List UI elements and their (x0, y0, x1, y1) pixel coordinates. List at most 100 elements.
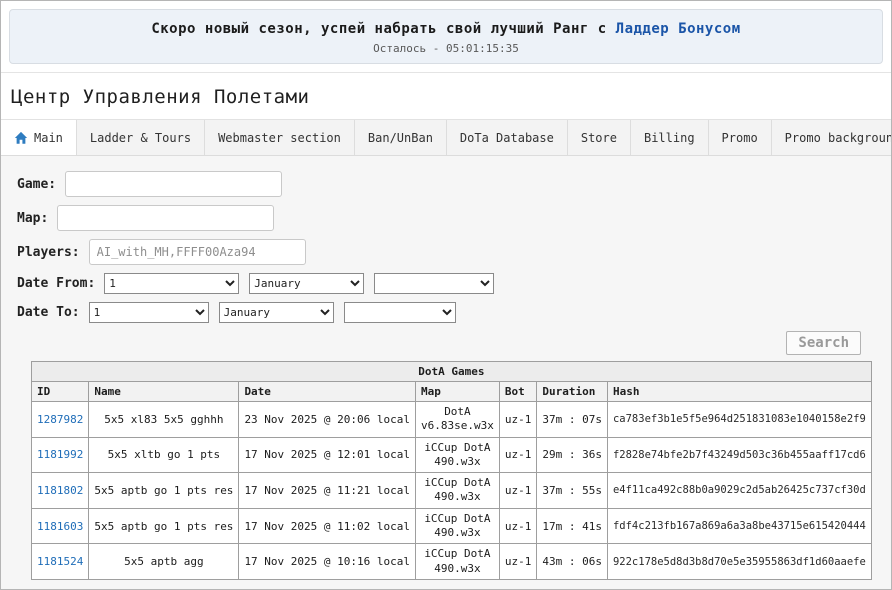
title-bar: Центр Управления Полетами (1, 72, 891, 119)
game-map: iCCup DotA 490.w3x (416, 508, 500, 544)
table-row: 1181603 5x5 aptb go 1 pts res 17 Nov 202… (32, 508, 872, 544)
search-row: Search (17, 331, 861, 355)
nav-tab-label: Ban/UnBan (368, 131, 433, 145)
game-duration: 43m : 06s (537, 544, 608, 580)
nav-tab-ladder-tours[interactable]: Ladder & Tours (77, 120, 205, 155)
game-id-link[interactable]: 1181992 (37, 448, 83, 461)
game-input[interactable] (65, 171, 282, 197)
map-input[interactable] (57, 205, 274, 231)
table-header-row: ID Name Date Map Bot Duration Hash (32, 382, 872, 402)
col-header-date: Date (239, 382, 416, 402)
game-map: iCCup DotA 490.w3x (416, 544, 500, 580)
season-message-text: Скоро новый сезон, успей набрать свой лу… (151, 21, 606, 37)
season-countdown: Осталось - 05:01:15:35 (20, 42, 872, 55)
game-bot: uz-1 (499, 437, 537, 473)
season-banner: Скоро новый сезон, успей набрать свой лу… (9, 9, 883, 64)
game-label: Game: (17, 177, 56, 192)
date-to-year-select[interactable] (344, 302, 456, 323)
date-to-day-select[interactable]: 1 (89, 302, 209, 323)
main-nav: Main Ladder & Tours Webmaster section Ba… (1, 119, 891, 156)
nav-tab-billing[interactable]: Billing (631, 120, 709, 155)
content-area: Game: Map: Players: Date From: 1 January… (1, 156, 891, 589)
col-header-map: Map (416, 382, 500, 402)
map-filter-row: Map: (17, 205, 875, 231)
season-message: Скоро новый сезон, успей набрать свой лу… (20, 21, 872, 37)
game-date: 17 Nov 2025 @ 11:02 local (239, 508, 416, 544)
game-name: 5x5 aptb go 1 pts res (89, 508, 239, 544)
home-icon (14, 131, 28, 145)
game-date: 17 Nov 2025 @ 11:21 local (239, 473, 416, 509)
nav-tab-label: Ladder & Tours (90, 131, 191, 145)
game-duration: 17m : 41s (537, 508, 608, 544)
col-header-duration: Duration (537, 382, 608, 402)
game-bot: uz-1 (499, 473, 537, 509)
col-header-name: Name (89, 382, 239, 402)
game-id-link[interactable]: 1181524 (37, 555, 83, 568)
nav-tab-label: DoTa Database (460, 131, 554, 145)
table-row: 1181802 5x5 aptb go 1 pts res 17 Nov 202… (32, 473, 872, 509)
nav-tab-promo[interactable]: Promo (709, 120, 772, 155)
col-header-bot: Bot (499, 382, 537, 402)
game-name: 5x5 aptb go 1 pts res (89, 473, 239, 509)
table-title-row: DotA Games (32, 362, 872, 382)
game-name: 5x5 xltb go 1 pts (89, 437, 239, 473)
game-date: 23 Nov 2025 @ 20:06 local (239, 402, 416, 438)
date-from-day-select[interactable]: 1 (104, 273, 239, 294)
game-bot: uz-1 (499, 544, 537, 580)
nav-tab-label: Main (34, 131, 63, 145)
nav-tab-ban-unban[interactable]: Ban/UnBan (355, 120, 447, 155)
nav-tab-label: Billing (644, 131, 695, 145)
game-duration: 37m : 07s (537, 402, 608, 438)
nav-tab-label: Promo background (785, 131, 892, 145)
nav-tab-label: Webmaster section (218, 131, 341, 145)
admin-page: Скоро новый сезон, успей набрать свой лу… (0, 0, 892, 590)
game-map: DotA v6.83se.w3x (416, 402, 500, 438)
date-to-row: Date To: 1 January (17, 302, 875, 323)
date-from-year-select[interactable] (374, 273, 494, 294)
game-duration: 29m : 36s (537, 437, 608, 473)
map-label: Map: (17, 211, 48, 226)
game-name: 5x5 xl83 5x5 gghhh (89, 402, 239, 438)
players-filter-row: Players: (17, 239, 875, 265)
game-map: iCCup DotA 490.w3x (416, 473, 500, 509)
date-to-month-select[interactable]: January (219, 302, 334, 323)
game-bot: uz-1 (499, 402, 537, 438)
table-row: 1181524 5x5 aptb agg 17 Nov 2025 @ 10:16… (32, 544, 872, 580)
date-from-label: Date From: (17, 276, 95, 291)
players-label: Players: (17, 245, 80, 260)
game-date: 17 Nov 2025 @ 10:16 local (239, 544, 416, 580)
nav-tab-label: Store (581, 131, 617, 145)
game-hash: e4f11ca492c88b0a9029c2d5ab26425c737cf30d (607, 473, 871, 509)
game-hash: fdf4c213fb167a869a6a3a8be43715e615420444 (607, 508, 871, 544)
nav-tab-label: Promo (722, 131, 758, 145)
table-row: 1181992 5x5 xltb go 1 pts 17 Nov 2025 @ … (32, 437, 872, 473)
game-hash: 922c178e5d8d3b8d70e5e35955863df1d60aaefe (607, 544, 871, 580)
nav-tab-promo-background[interactable]: Promo background (772, 120, 892, 155)
nav-tab-webmaster-section[interactable]: Webmaster section (205, 120, 355, 155)
game-duration: 37m : 55s (537, 473, 608, 509)
game-bot: uz-1 (499, 508, 537, 544)
dota-games-table: DotA Games ID Name Date Map Bot Duration… (31, 361, 872, 580)
table-row: 1287982 5x5 xl83 5x5 gghhh 23 Nov 2025 @… (32, 402, 872, 438)
page-title: Центр Управления Полетами (11, 86, 881, 108)
game-map: iCCup DotA 490.w3x (416, 437, 500, 473)
game-id-link[interactable]: 1181603 (37, 520, 83, 533)
col-header-id: ID (32, 382, 89, 402)
ladder-bonus-link[interactable]: Ладдер Бонусом (616, 21, 741, 37)
game-id-link[interactable]: 1181802 (37, 484, 83, 497)
nav-tab-dota-database[interactable]: DoTa Database (447, 120, 568, 155)
game-name: 5x5 aptb agg (89, 544, 239, 580)
table-title: DotA Games (32, 362, 872, 382)
game-hash: f2828e74bfe2b7f43249d503c36b455aaff17cd6 (607, 437, 871, 473)
nav-tab-store[interactable]: Store (568, 120, 631, 155)
game-filter-row: Game: (17, 171, 875, 197)
col-header-hash: Hash (607, 382, 871, 402)
date-from-row: Date From: 1 January (17, 273, 875, 294)
players-input[interactable] (89, 239, 306, 265)
date-to-label: Date To: (17, 305, 80, 320)
nav-tab-main[interactable]: Main (1, 120, 77, 155)
search-button[interactable]: Search (786, 331, 861, 355)
date-from-month-select[interactable]: January (249, 273, 364, 294)
game-hash: ca783ef3b1e5f5e964d251831083e1040158e2f9 (607, 402, 871, 438)
game-id-link[interactable]: 1287982 (37, 413, 83, 426)
